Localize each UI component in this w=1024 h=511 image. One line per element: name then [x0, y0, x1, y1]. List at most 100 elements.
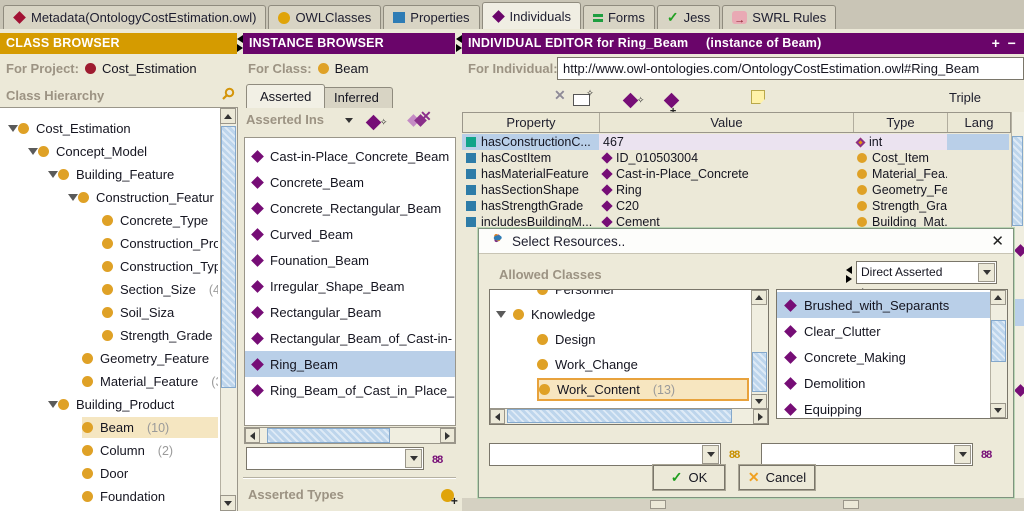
- instance-list-hscrollbar[interactable]: [244, 427, 456, 444]
- tree-item[interactable]: Construction_Typ: [0, 255, 237, 278]
- new-resource-icon[interactable]: [573, 94, 590, 106]
- add-individual-icon[interactable]: [664, 93, 680, 109]
- combo-dropdown-arrow-icon[interactable]: [702, 445, 719, 464]
- list-item[interactable]: Curved_Beam: [245, 221, 455, 247]
- tree-item[interactable]: Concrete_Type: [0, 209, 237, 232]
- create-instance-icon[interactable]: [366, 115, 382, 131]
- tree-item[interactable]: Building_Feature: [0, 163, 237, 186]
- column-header-lang[interactable]: Lang: [948, 113, 1010, 132]
- class-hierarchy-tree[interactable]: Cost_EstimationConcept_ModelBuilding_Fea…: [0, 107, 238, 511]
- tree-item[interactable]: Door: [0, 462, 237, 485]
- list-item[interactable]: Rectangular_Beam: [245, 299, 455, 325]
- scrollbar-thumb[interactable]: [221, 126, 236, 388]
- scrollbar-thumb[interactable]: [507, 409, 732, 423]
- splitter-handle[interactable]: [846, 265, 854, 284]
- dialog-title-bar[interactable]: Select Resources.. ✕: [479, 229, 1013, 254]
- allowed-classes-tree[interactable]: PersonnelKnowledgeDesignWork_ChangeWork_…: [489, 289, 769, 425]
- dialog-list-item[interactable]: Demolition: [777, 370, 990, 396]
- splitter-handle[interactable]: [237, 34, 245, 53]
- dialog-tree-item[interactable]: Work_Change: [490, 352, 768, 377]
- delete-instance-icon[interactable]: [420, 108, 432, 125]
- list-item[interactable]: Rectangular_Beam_of_Cast-in-: [245, 325, 455, 351]
- add-type-icon[interactable]: [441, 489, 454, 502]
- dialog-tree-item[interactable]: Personnel: [490, 289, 768, 302]
- scroll-up-button[interactable]: [751, 290, 767, 305]
- tree-item[interactable]: Strength_Grade: [0, 324, 237, 347]
- table-row[interactable]: hasConstructionC...467int: [462, 134, 1011, 150]
- scroll-right-button[interactable]: [440, 428, 455, 443]
- list-item[interactable]: Founation_Beam: [245, 247, 455, 273]
- list-item[interactable]: Ring_Beam: [245, 351, 455, 377]
- instance-search-combobox[interactable]: [246, 447, 424, 470]
- close-icon[interactable]: ✕: [991, 234, 1004, 249]
- class-search-combobox[interactable]: [489, 443, 721, 466]
- create-individual-icon[interactable]: [623, 93, 639, 109]
- list-item[interactable]: Cast-in-Place_Concrete_Beam: [245, 143, 455, 169]
- list-item[interactable]: Concrete_Beam: [245, 169, 455, 195]
- column-header-property[interactable]: Property: [463, 113, 600, 132]
- list-item[interactable]: Irregular_Shape_Beam: [245, 273, 455, 299]
- tree-item[interactable]: Geometry_Feature(: [0, 347, 237, 370]
- property-table[interactable]: hasConstructionC...467inthasCostItemID_0…: [462, 134, 1011, 230]
- expand-caret-icon[interactable]: [68, 194, 78, 201]
- tree-item[interactable]: Construction_Featur: [0, 186, 237, 209]
- dialog-tree-item[interactable]: Work_Content(13): [490, 377, 768, 402]
- combo-dropdown-arrow-icon[interactable]: [954, 445, 971, 464]
- expand-caret-icon[interactable]: [48, 401, 58, 408]
- ok-button[interactable]: ✓ OK: [653, 465, 725, 490]
- column-resize-grip[interactable]: [843, 500, 859, 509]
- scroll-up-button[interactable]: [220, 108, 236, 124]
- search-binoculars-icon[interactable]: [729, 446, 739, 461]
- instances-dropdown-arrow-icon[interactable]: [345, 118, 353, 123]
- delete-icon[interactable]: [554, 87, 566, 104]
- individual-uri-field[interactable]: http://www.owl-ontologies.com/OntologyCo…: [557, 57, 1024, 80]
- splitter-handle[interactable]: [456, 34, 464, 53]
- instance-list[interactable]: Cast-in-Place_Concrete_BeamConcrete_Beam…: [244, 137, 456, 426]
- tab-inferred[interactable]: Inferred: [320, 87, 393, 108]
- table-row[interactable]: hasMaterialFeatureCast-in-Place_Concrete…: [462, 166, 1011, 182]
- scrollbar-thumb[interactable]: [752, 352, 767, 392]
- expand-caret-icon[interactable]: [28, 148, 38, 155]
- search-binoculars-icon[interactable]: [432, 451, 442, 466]
- column-header-type[interactable]: Type: [854, 113, 948, 132]
- tree-item[interactable]: Section_Size(4): [0, 278, 237, 301]
- list-item[interactable]: Concrete_Rectangular_Beam: [245, 195, 455, 221]
- tree-item[interactable]: Soil_Siza: [0, 301, 237, 324]
- scroll-down-button[interactable]: [751, 394, 767, 409]
- dialog-list-item[interactable]: Brushed_with_Separants: [777, 292, 990, 318]
- column-header-value[interactable]: Value: [600, 113, 854, 132]
- dialog-list-item[interactable]: Equipping: [777, 396, 990, 419]
- table-row[interactable]: hasStrengthGradeC20Strength_Gra...: [462, 198, 1011, 214]
- instance-search-combobox[interactable]: [761, 443, 973, 466]
- tab-swrl-rules[interactable]: SWRL Rules: [722, 5, 836, 29]
- tab-individuals[interactable]: Individuals: [482, 2, 581, 29]
- expand-caret-icon[interactable]: [48, 171, 58, 178]
- table-row[interactable]: hasCostItemID_010503004Cost_Item: [462, 150, 1011, 166]
- tab-owlclasses[interactable]: OWLClasses: [268, 5, 381, 29]
- tree-item[interactable]: Foundation: [0, 485, 237, 508]
- scroll-down-button[interactable]: [990, 403, 1006, 418]
- expand-caret-icon[interactable]: [496, 311, 506, 318]
- scrollbar-thumb[interactable]: [1012, 136, 1023, 226]
- scroll-left-button[interactable]: [490, 409, 505, 424]
- search-magnifier-icon[interactable]: [221, 87, 235, 101]
- expand-button[interactable]: +: [992, 33, 1000, 54]
- table-row[interactable]: hasSectionShapeRingGeometry_Fe...: [462, 182, 1011, 198]
- tree-item[interactable]: Beam(10): [0, 416, 237, 439]
- tab-asserted[interactable]: Asserted: [246, 84, 325, 108]
- list-item[interactable]: Ring_Beam_of_Cast_in_Place_: [245, 377, 455, 403]
- tab-metadata-ontologycostestimation-owl-[interactable]: Metadata(OntologyCostEstimation.owl): [3, 5, 266, 29]
- tab-properties[interactable]: Properties: [383, 5, 479, 29]
- instances-list[interactable]: Brushed_with_SeparantsClear_ClutterConcr…: [776, 289, 1008, 419]
- instances-mode-dropdown[interactable]: Direct Asserted Instances: [856, 261, 997, 284]
- tree-item[interactable]: Concept_Model: [0, 140, 237, 163]
- tab-forms[interactable]: Forms: [583, 5, 655, 29]
- tree-item[interactable]: Construction_Pro: [0, 232, 237, 255]
- tree-item[interactable]: Cost_Estimation: [0, 117, 237, 140]
- dialog-list-item[interactable]: Concrete_Making: [777, 344, 990, 370]
- scroll-down-button[interactable]: [220, 495, 236, 511]
- dialog-tree-item[interactable]: Design: [490, 327, 768, 352]
- search-binoculars-icon[interactable]: [981, 446, 991, 461]
- dialog-list-item[interactable]: Clear_Clutter: [777, 318, 990, 344]
- dialog-tree-hscrollbar[interactable]: [490, 408, 768, 424]
